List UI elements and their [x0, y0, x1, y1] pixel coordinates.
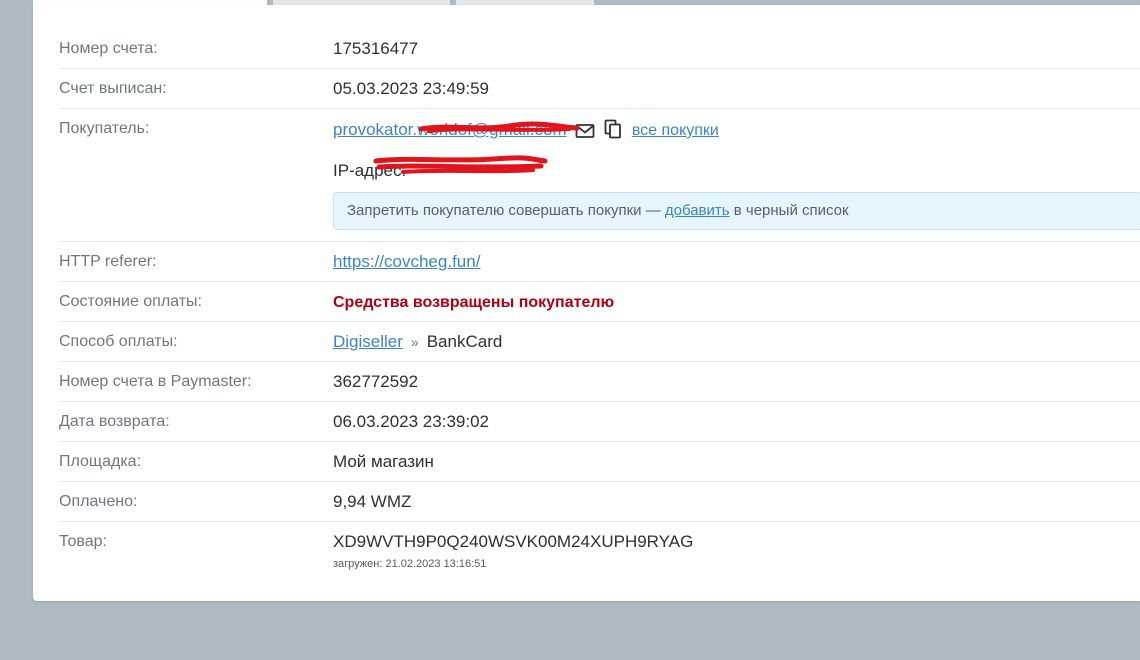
- value-platform: Мой магазин: [333, 452, 434, 471]
- value-account-number: 175316477: [333, 39, 419, 58]
- row-product: Товар: XD9WVTH9P0Q240WSVK00M24XUPH9RYAG …: [59, 522, 1140, 571]
- copy-icon[interactable]: [604, 119, 622, 144]
- label-product: Товар:: [59, 533, 107, 550]
- breadcrumb-separator-icon: »: [410, 334, 419, 350]
- value-paid: 9,94 WMZ: [333, 492, 412, 511]
- buyer-email-link[interactable]: provokator.worldof@gmail.com: [333, 120, 567, 139]
- referer-link[interactable]: https://covcheg.fun/: [333, 252, 480, 271]
- row-account-number: Номер счета: 175316477: [59, 29, 1140, 69]
- payment-method-value: BankCard: [426, 332, 503, 351]
- row-issued: Счет выписан: 05.03.2023 23:49:59: [59, 69, 1140, 109]
- payment-state-status: Средства возвращены покупателю: [333, 294, 615, 311]
- all-purchases-link[interactable]: все покупки: [632, 122, 719, 139]
- row-payment-method: Способ оплаты: Digiseller » BankCard: [59, 322, 1140, 362]
- envelope-icon[interactable]: [575, 123, 595, 144]
- label-refund-date: Дата возврата:: [59, 413, 170, 430]
- value-product-code: XD9WVTH9P0Q240WSVK00M24XUPH9RYAG: [333, 532, 694, 551]
- value-refund-date: 06.03.2023 23:39:02: [333, 412, 489, 431]
- row-paymaster-number: Номер счета в Paymaster: 362772592: [59, 362, 1140, 402]
- label-buyer: Покупатель:: [59, 120, 150, 137]
- label-paymaster-number: Номер счета в Paymaster:: [59, 373, 252, 390]
- blacklist-notice: Запретить покупателю совершать покупки —…: [333, 192, 1140, 230]
- value-issued: 05.03.2023 23:49:59: [333, 79, 489, 98]
- label-paid: Оплачено:: [59, 493, 138, 510]
- buyer-block: provokator.worldof@gmail.com все покупки…: [333, 109, 1140, 241]
- notice-suffix: в черный список: [729, 202, 849, 219]
- row-paid: Оплачено: 9,94 WMZ: [59, 482, 1140, 522]
- row-refund-date: Дата возврата: 06.03.2023 23:39:02: [59, 402, 1140, 442]
- value-paymaster-number: 362772592: [333, 372, 419, 391]
- label-payment-state: Состояние оплаты:: [59, 293, 202, 310]
- row-referer: HTTP referer: https://covcheg.fun/: [59, 242, 1140, 282]
- label-platform: Площадка:: [59, 453, 142, 470]
- label-issued: Счет выписан:: [59, 80, 167, 97]
- label-referer: HTTP referer:: [59, 253, 157, 270]
- product-loaded-date: загружен: 21.02.2023 13:16:51: [333, 558, 487, 570]
- row-platform: Площадка: Мой магазин: [59, 442, 1140, 482]
- buyer-email-line: provokator.worldof@gmail.com все покупки: [333, 119, 1140, 139]
- details-list: Номер счета: 175316477 Счет выписан: 05.…: [59, 29, 1140, 571]
- ip-label: IP-адрес:: [333, 161, 407, 180]
- label-payment-method: Способ оплаты:: [59, 333, 178, 350]
- add-to-blacklist-link[interactable]: добавить: [665, 202, 730, 219]
- row-buyer: Покупатель: provokator.worldof@gmail.com…: [59, 109, 1140, 242]
- payment-method-link[interactable]: Digiseller: [333, 332, 403, 351]
- invoice-details-card: Номер счета: 175316477 Счет выписан: 05.…: [33, 5, 1140, 601]
- ip-address-line: IP-адрес:: [333, 155, 1140, 181]
- row-payment-state: Состояние оплаты: Средства возвращены по…: [59, 282, 1140, 322]
- label-account-number: Номер счета:: [59, 40, 158, 57]
- notice-prefix: Запретить покупателю совершать покупки —: [347, 202, 665, 219]
